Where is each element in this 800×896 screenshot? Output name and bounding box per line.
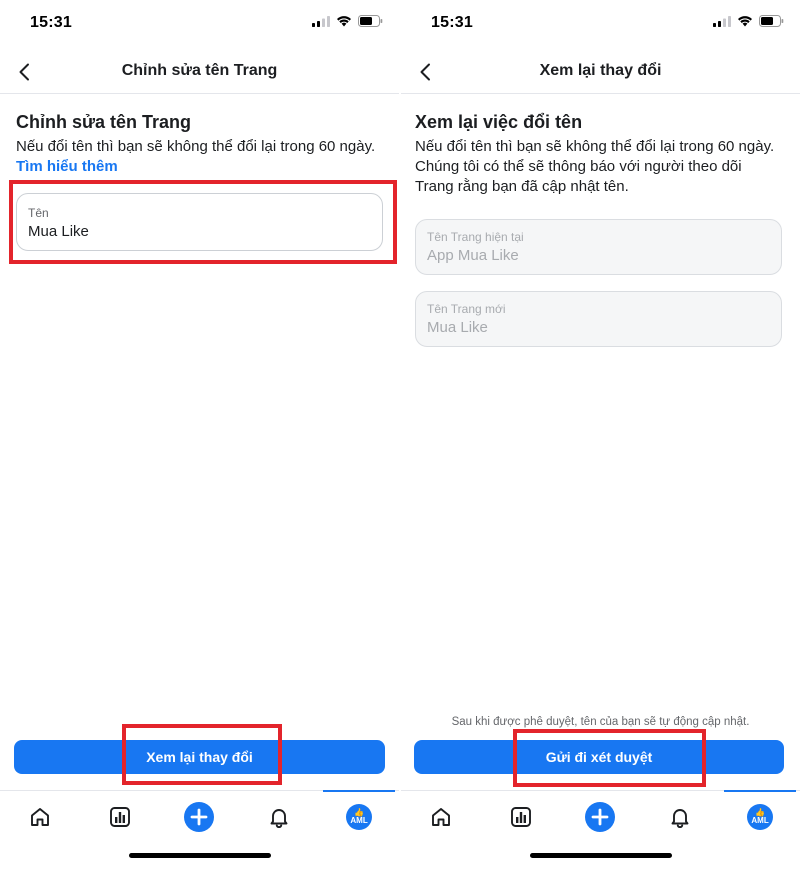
current-name-label: Tên Trang hiện tại bbox=[427, 230, 524, 244]
bottom-tab-bar: 👍 AML bbox=[0, 790, 399, 842]
status-time: 15:31 bbox=[30, 14, 72, 31]
tab-notifications[interactable] bbox=[640, 791, 720, 842]
approval-note: Sau khi được phê duyệt, tên của bạn sẽ t… bbox=[451, 716, 750, 728]
signal-icon bbox=[312, 15, 330, 27]
tab-profile[interactable]: 👍 AML bbox=[319, 790, 399, 842]
tab-create[interactable] bbox=[160, 791, 240, 842]
highlight-box-review-button bbox=[122, 724, 282, 785]
notifications-icon bbox=[270, 808, 288, 828]
tab-profile[interactable]: 👍 AML bbox=[720, 790, 800, 842]
create-icon bbox=[184, 801, 215, 832]
insights-icon bbox=[510, 806, 531, 827]
current-name-value: App Mua Like bbox=[427, 247, 519, 264]
new-name-value: Mua Like bbox=[427, 319, 488, 336]
create-icon bbox=[585, 801, 616, 832]
nav-title: Chỉnh sửa tên Trang bbox=[121, 62, 278, 79]
insights-icon bbox=[109, 806, 130, 827]
review-changes-screen: 15:31 Xem lại thay đổi Xem lại việc đổi … bbox=[401, 0, 800, 896]
home-indicator bbox=[128, 853, 271, 858]
home-icon bbox=[431, 807, 450, 826]
page-heading: Chỉnh sửa tên Trang bbox=[16, 112, 192, 132]
nav-header: Xem lại thay đổi bbox=[401, 50, 800, 94]
battery-icon bbox=[759, 15, 784, 27]
status-icons bbox=[713, 15, 784, 27]
current-page-name-field: Tên Trang hiện tại App Mua Like bbox=[415, 219, 782, 275]
avatar-text: AML bbox=[350, 815, 368, 825]
main-content: Xem lại việc đổi tên Nếu đổi tên thì bạn… bbox=[415, 112, 782, 347]
notifications-icon bbox=[671, 808, 689, 828]
bottom-tab-bar: 👍 AML bbox=[401, 790, 800, 842]
avatar-text: AML bbox=[751, 815, 769, 825]
status-bar: 15:31 bbox=[401, 0, 800, 46]
tab-create[interactable] bbox=[561, 791, 641, 842]
battery-icon bbox=[358, 15, 383, 27]
description-text: Nếu đổi tên thì bạn sẽ không thể đổi lại… bbox=[16, 138, 376, 155]
description: Nếu đổi tên thì bạn sẽ không thể đổi lại… bbox=[415, 138, 775, 195]
nav-title: Xem lại thay đổi bbox=[539, 62, 662, 79]
tab-insights[interactable] bbox=[80, 791, 160, 842]
signal-icon bbox=[713, 15, 731, 27]
wifi-icon bbox=[738, 16, 752, 27]
status-time: 15:31 bbox=[431, 14, 473, 31]
tab-insights[interactable] bbox=[481, 791, 561, 842]
tab-notifications[interactable] bbox=[239, 791, 319, 842]
profile-avatar: 👍 AML bbox=[747, 803, 774, 830]
wifi-icon bbox=[337, 16, 351, 27]
description: Nếu đổi tên thì bạn sẽ không thể đổi lại… bbox=[16, 137, 383, 177]
status-bar: 15:31 bbox=[0, 0, 399, 46]
new-page-name-field: Tên Trang mới Mua Like bbox=[415, 291, 782, 347]
learn-more-link[interactable]: Tìm hiểu thêm bbox=[16, 158, 118, 175]
nav-header: Chỉnh sửa tên Trang bbox=[0, 50, 399, 94]
highlight-box-submit-button bbox=[513, 729, 706, 787]
highlight-box-name-field bbox=[9, 180, 397, 264]
profile-avatar: 👍 AML bbox=[346, 803, 373, 830]
page-heading: Xem lại việc đổi tên bbox=[415, 112, 583, 132]
tab-home[interactable] bbox=[401, 791, 481, 842]
home-indicator bbox=[529, 853, 672, 858]
home-icon bbox=[30, 807, 49, 826]
edit-page-name-screen: 15:31 Chỉnh sửa tên Trang Chỉnh sửa tên … bbox=[0, 0, 399, 896]
new-name-label: Tên Trang mới bbox=[427, 302, 506, 316]
tab-home[interactable] bbox=[0, 791, 80, 842]
status-icons bbox=[312, 15, 383, 27]
